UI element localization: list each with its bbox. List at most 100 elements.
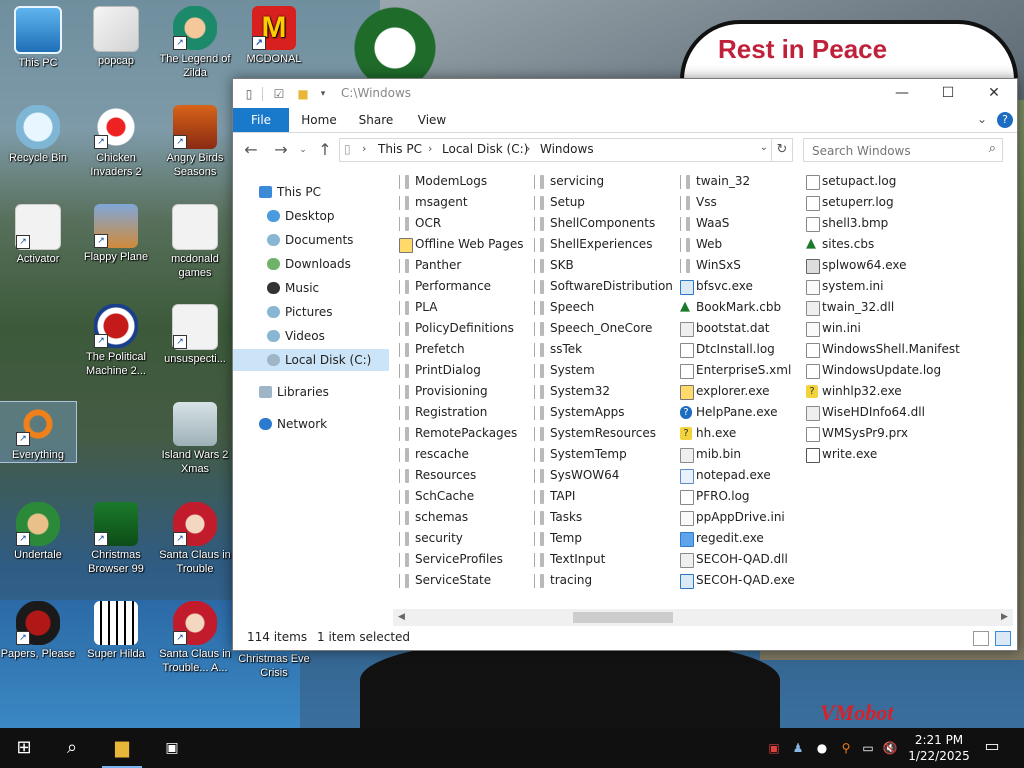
horizontal-scrollbar[interactable]: ◀ ▶ [393, 609, 1013, 626]
folder-item[interactable]: PLA [399, 297, 539, 318]
file-item[interactable]: splwow64.exe [806, 255, 966, 276]
folder-item[interactable]: Resources [399, 465, 539, 486]
folder-item[interactable]: WinSxS [680, 255, 820, 276]
folder-item[interactable]: ShellExperiences [534, 234, 674, 255]
file-item[interactable]: ppAppDrive.ini [680, 507, 820, 528]
folder-item[interactable]: Tasks [534, 507, 674, 528]
file-item[interactable]: regedit.exe [680, 528, 820, 549]
search-input[interactable] [810, 142, 974, 160]
desktop-icon-recycle-bin[interactable]: Recycle Bin [0, 105, 76, 165]
desktop-icon-papers-please[interactable]: ↗ Papers, Please [0, 601, 76, 661]
file-item[interactable]: explorer.exe [680, 381, 820, 402]
breadcrumb-local-disk[interactable]: Local Disk (C:) [442, 142, 528, 156]
desktop-icon-santa-claus-in-trouble-2[interactable]: ↗ Santa Claus in Trouble... A... [157, 601, 233, 675]
nav-item-downloads[interactable]: Downloads [233, 253, 389, 275]
file-item[interactable]: win.ini [806, 318, 966, 339]
desktop-icon-christmas-eve-crisis[interactable]: Christmas Eve Crisis [236, 652, 312, 680]
file-item[interactable]: WiseHDInfo64.dll [806, 402, 966, 423]
breadcrumb-windows[interactable]: Windows [540, 142, 594, 156]
new-folder-icon[interactable]: ■ [295, 86, 311, 102]
file-item[interactable]: ▲ sites.cbs [806, 234, 966, 255]
nav-item-desktop[interactable]: Desktop [233, 205, 389, 227]
file-item[interactable]: SECOH-QAD.exe [680, 570, 820, 591]
folder-item[interactable]: ssTek [534, 339, 674, 360]
tray-volume-icon[interactable]: 🔇 [882, 740, 898, 756]
maximize-button[interactable]: ☐ [925, 79, 971, 108]
forward-arrow-icon[interactable]: → [271, 140, 291, 160]
search-icon[interactable]: ⌕ [48, 728, 96, 768]
file-item[interactable]: twain_32.dll [806, 297, 966, 318]
file-item[interactable]: mib.bin [680, 444, 820, 465]
expand-ribbon-icon[interactable]: ⌄ [977, 112, 987, 128]
folder-item[interactable]: Registration [399, 402, 539, 423]
folder-item[interactable]: SKB [534, 255, 674, 276]
search-icon[interactable]: ⌕ [989, 141, 996, 156]
folder-item[interactable]: ServiceProfiles [399, 549, 539, 570]
properties-icon[interactable]: ☑ [271, 86, 287, 102]
desktop-icon-santa-claus-in-trouble[interactable]: ↗ Santa Claus in Trouble [157, 502, 233, 576]
file-item[interactable]: ? HelpPane.exe [680, 402, 820, 423]
desktop-icon-popcap[interactable]: popcap [78, 6, 154, 68]
desktop-icon-activator[interactable]: ↗ Activator [0, 204, 76, 266]
desktop-icon-unsuspecting[interactable]: ↗ unsuspecti... [157, 304, 233, 366]
folder-item[interactable]: servicing [534, 171, 674, 192]
minimize-button[interactable]: — [879, 79, 925, 108]
folder-item[interactable]: ModemLogs [399, 171, 539, 192]
breadcrumb-chevron-icon[interactable]: › [428, 142, 432, 155]
folder-item[interactable]: SystemTemp [534, 444, 674, 465]
breadcrumb-chevron-icon[interactable]: › [526, 142, 530, 155]
nav-item-pictures[interactable]: Pictures [233, 301, 389, 323]
folder-item[interactable]: tracing [534, 570, 674, 591]
folder-item[interactable]: Temp [534, 528, 674, 549]
folder-item[interactable]: Speech [534, 297, 674, 318]
folder-item[interactable]: ServiceState [399, 570, 539, 591]
folder-item[interactable]: security [399, 528, 539, 549]
system-clock[interactable]: 2:21 PM 1/22/2025 [908, 732, 970, 764]
address-dropdown-icon[interactable]: ⌄ [760, 142, 768, 153]
file-item[interactable]: setupact.log [806, 171, 966, 192]
folder-item[interactable]: Provisioning [399, 381, 539, 402]
details-view-icon[interactable] [973, 631, 989, 646]
close-button[interactable]: ✕ [971, 79, 1017, 108]
desktop-icon-legend-of-zilda[interactable]: ↗ The Legend of Zilda [157, 6, 233, 80]
file-item[interactable]: WindowsShell.Manifest [806, 339, 966, 360]
help-icon[interactable]: ? [997, 112, 1013, 128]
folder-item[interactable]: Speech_OneCore [534, 318, 674, 339]
tab-share[interactable]: Share [351, 108, 401, 132]
folder-item[interactable]: RemotePackages [399, 423, 539, 444]
file-item[interactable]: PFRO.log [680, 486, 820, 507]
file-item[interactable]: notepad.exe [680, 465, 820, 486]
notification-center-icon[interactable]: ▭ [984, 738, 1000, 754]
folder-item[interactable]: WaaS [680, 213, 820, 234]
nav-item-network[interactable]: Network [233, 413, 389, 435]
large-icons-view-icon[interactable] [995, 631, 1011, 646]
file-item[interactable]: setuperr.log [806, 192, 966, 213]
file-item[interactable]: DtcInstall.log [680, 339, 820, 360]
folder-item[interactable]: rescache [399, 444, 539, 465]
file-explorer-window[interactable]: ▯ ☑ ■ ▾ C:\Windows — ☐ ✕ File Home Share… [232, 78, 1018, 651]
file-item[interactable]: WMSysPr9.prx [806, 423, 966, 444]
file-item[interactable]: system.ini [806, 276, 966, 297]
tab-home[interactable]: Home [295, 108, 343, 132]
folder-item[interactable]: System [534, 360, 674, 381]
desktop-icon-chicken-invaders-2[interactable]: ↗ Chicken Invaders 2 [78, 105, 154, 179]
folder-item[interactable]: twain_32 [680, 171, 820, 192]
desktop-icon-mcdonald-games[interactable]: mcdonald games [157, 204, 233, 280]
folder-item[interactable]: Prefetch [399, 339, 539, 360]
refresh-icon[interactable]: ↻ [771, 139, 792, 161]
up-arrow-icon[interactable]: ↑ [315, 140, 335, 160]
tab-file[interactable]: File [233, 108, 289, 132]
tray-drop-icon[interactable]: ● [814, 740, 830, 756]
folder-item[interactable]: Performance [399, 276, 539, 297]
command-prompt-taskbar-icon[interactable]: ▣ [148, 728, 196, 768]
desktop-icon-christmas-browser-99[interactable]: ↗ Christmas Browser 99 [78, 502, 154, 576]
folder-item[interactable]: SysWOW64 [534, 465, 674, 486]
search-box[interactable]: ⌕ [803, 138, 1003, 162]
file-item[interactable]: ▲ BookMark.cbb [680, 297, 820, 318]
folder-item[interactable]: ShellComponents [534, 213, 674, 234]
back-arrow-icon[interactable]: ← [241, 140, 261, 160]
desktop-icon-political-machine[interactable]: ↗ The Political Machine 2... [78, 304, 154, 378]
nav-item-libraries[interactable]: Libraries [233, 381, 389, 403]
folder-item[interactable]: msagent [399, 192, 539, 213]
start-button[interactable]: ⊞ [0, 728, 48, 768]
